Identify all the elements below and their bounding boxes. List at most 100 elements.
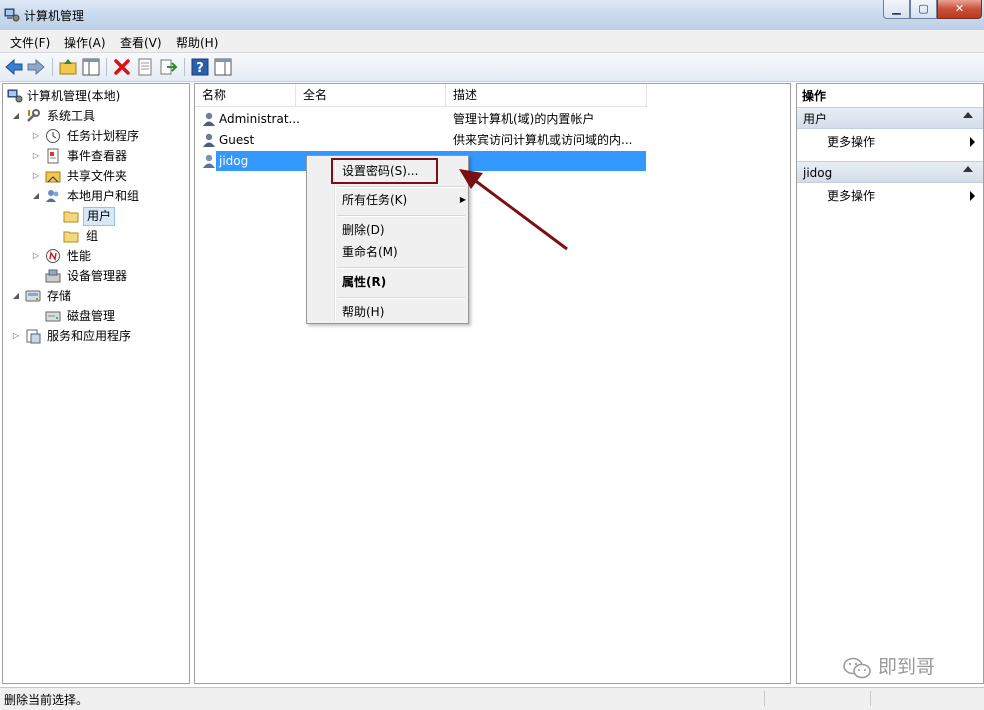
svg-text:?: ? (196, 61, 204, 76)
actions-title: 操作 (802, 89, 827, 103)
clock-icon (46, 129, 60, 143)
actions-section-jidog[interactable]: jidog (797, 161, 983, 183)
collapsed-triangle-icon[interactable]: ▷ (31, 166, 41, 186)
watermark: 即到哥 (842, 652, 935, 680)
tree-label: 共享文件夹 (67, 169, 128, 183)
collapse-up-icon[interactable] (963, 112, 973, 118)
user-icon (203, 112, 215, 126)
toolbar-separator (184, 58, 185, 76)
menu-help[interactable]: 帮助(H) (176, 34, 218, 51)
collapsed-triangle-icon[interactable]: ▷ (31, 126, 41, 146)
show-action-pane-icon[interactable] (213, 57, 233, 77)
toolbar-separator (106, 58, 107, 76)
device-manager-icon (45, 269, 61, 283)
watermark-text: 即到哥 (878, 656, 936, 678)
maximize-button[interactable]: ▢ (910, 0, 937, 19)
disk-icon (45, 311, 61, 322)
list-row-guest[interactable]: Guest 供来宾访问计算机或访问域的内... (199, 130, 646, 150)
column-description[interactable]: 描述 (446, 84, 647, 106)
tree-label: 服务和应用程序 (47, 329, 132, 343)
tree-label: 计算机管理(本地) (27, 89, 121, 103)
folder-icon (63, 211, 79, 223)
menu-item-delete[interactable]: 删除(D) (342, 220, 385, 240)
delete-icon[interactable] (112, 57, 132, 77)
services-icon (26, 329, 41, 344)
annotation-highlight-box (331, 158, 438, 184)
menu-item-label: 所有任务(K) (342, 193, 408, 207)
menu-item-help[interactable]: 帮助(H) (342, 302, 384, 322)
storage-icon (25, 290, 41, 302)
actions-section-users[interactable]: 用户 (797, 107, 983, 129)
menu-item-all-tasks[interactable]: 所有任务(K) ▶ (342, 190, 466, 210)
help-icon[interactable]: ? (190, 57, 210, 77)
column-name[interactable]: 名称 (195, 84, 296, 106)
collapsed-triangle-icon[interactable]: ▷ (11, 326, 21, 346)
list-row-administrator[interactable]: Administrat... 管理计算机(域)的内置帐户 (199, 109, 646, 129)
minimize-button[interactable]: ▁ (883, 0, 910, 19)
menu-action[interactable]: 操作(A) (64, 34, 106, 51)
tree-label: 性能 (67, 249, 92, 263)
menu-separator (337, 186, 465, 188)
tree-label: 组 (86, 229, 99, 243)
window-title: 计算机管理 (24, 9, 85, 23)
user-name: jidog (219, 154, 249, 168)
back-icon[interactable] (4, 57, 24, 77)
properties-icon[interactable] (135, 57, 155, 77)
menu-item-properties[interactable]: 属性(R) (342, 272, 386, 292)
submenu-arrow-icon (970, 191, 975, 201)
user-description: 管理计算机(域)的内置帐户 (453, 112, 595, 126)
tools-icon (27, 109, 40, 122)
export-icon[interactable] (158, 57, 178, 77)
menu-view[interactable]: 查看(V) (120, 34, 162, 51)
forward-icon[interactable] (26, 57, 46, 77)
computer-management-icon (4, 8, 20, 22)
collapse-up-icon[interactable] (963, 166, 973, 172)
expanded-triangle-icon[interactable]: ◢ (11, 286, 21, 306)
expanded-triangle-icon[interactable]: ◢ (11, 106, 21, 126)
more-actions-jidog[interactable]: 更多操作 (827, 186, 875, 206)
tree-label: 任务计划程序 (67, 129, 140, 143)
user-name: Administrat... (219, 112, 300, 126)
menu-separator (337, 267, 465, 269)
status-bar: 删除当前选择。 (0, 687, 984, 710)
shared-folder-icon (45, 171, 61, 183)
tree-label: 系统工具 (47, 109, 96, 123)
collapsed-triangle-icon[interactable]: ▷ (31, 146, 41, 166)
show-tree-icon[interactable] (81, 57, 101, 77)
console-tree: 计算机管理(本地) ◢ 系统工具 ▷ 任务计划程序 ▷ 事件查看器 ▷ 共享文件… (2, 83, 190, 684)
section-label: jidog (803, 166, 833, 180)
menu-item-rename[interactable]: 重命名(M) (342, 242, 398, 262)
tree-label: 本地用户和组 (67, 189, 140, 203)
wechat-icon (843, 657, 871, 678)
users-group-icon (46, 190, 59, 202)
close-button[interactable]: ✕ (937, 0, 982, 19)
menu-bar: 文件(F) 操作(A) 查看(V) 帮助(H) (0, 30, 984, 53)
toolbar: ? (0, 53, 984, 82)
user-name: Guest (219, 133, 255, 147)
toolbar-separator (52, 58, 53, 76)
tree-label: 设备管理器 (67, 269, 128, 283)
status-divider (870, 691, 871, 706)
column-fullname[interactable]: 全名 (296, 84, 446, 106)
more-actions-users[interactable]: 更多操作 (827, 132, 875, 152)
folder-icon (63, 231, 79, 243)
menu-file[interactable]: 文件(F) (10, 34, 50, 51)
status-text: 删除当前选择。 (4, 693, 89, 707)
status-divider (764, 691, 765, 706)
menu-separator (337, 297, 465, 299)
up-folder-icon[interactable] (58, 57, 78, 77)
actions-pane: 操作 用户 更多操作 jidog 更多操作 (796, 83, 984, 684)
expanded-triangle-icon[interactable]: ◢ (31, 186, 41, 206)
user-description: 供来宾访问计算机或访问域的内... (453, 133, 633, 147)
performance-icon (46, 249, 60, 263)
context-menu: 设置密码(S)... 所有任务(K) ▶ 删除(D) 重命名(M) 属性(R) … (306, 155, 469, 324)
computer-management-icon (7, 89, 23, 103)
collapsed-triangle-icon[interactable]: ▷ (31, 246, 41, 266)
tree-label: 磁盘管理 (67, 309, 116, 323)
submenu-arrow-icon (970, 137, 975, 147)
tree-label: 存储 (47, 289, 72, 303)
menu-separator (337, 215, 465, 217)
user-icon (203, 154, 215, 168)
annotation-arrow (459, 169, 568, 251)
tree-label-selected: 用户 (83, 207, 116, 226)
